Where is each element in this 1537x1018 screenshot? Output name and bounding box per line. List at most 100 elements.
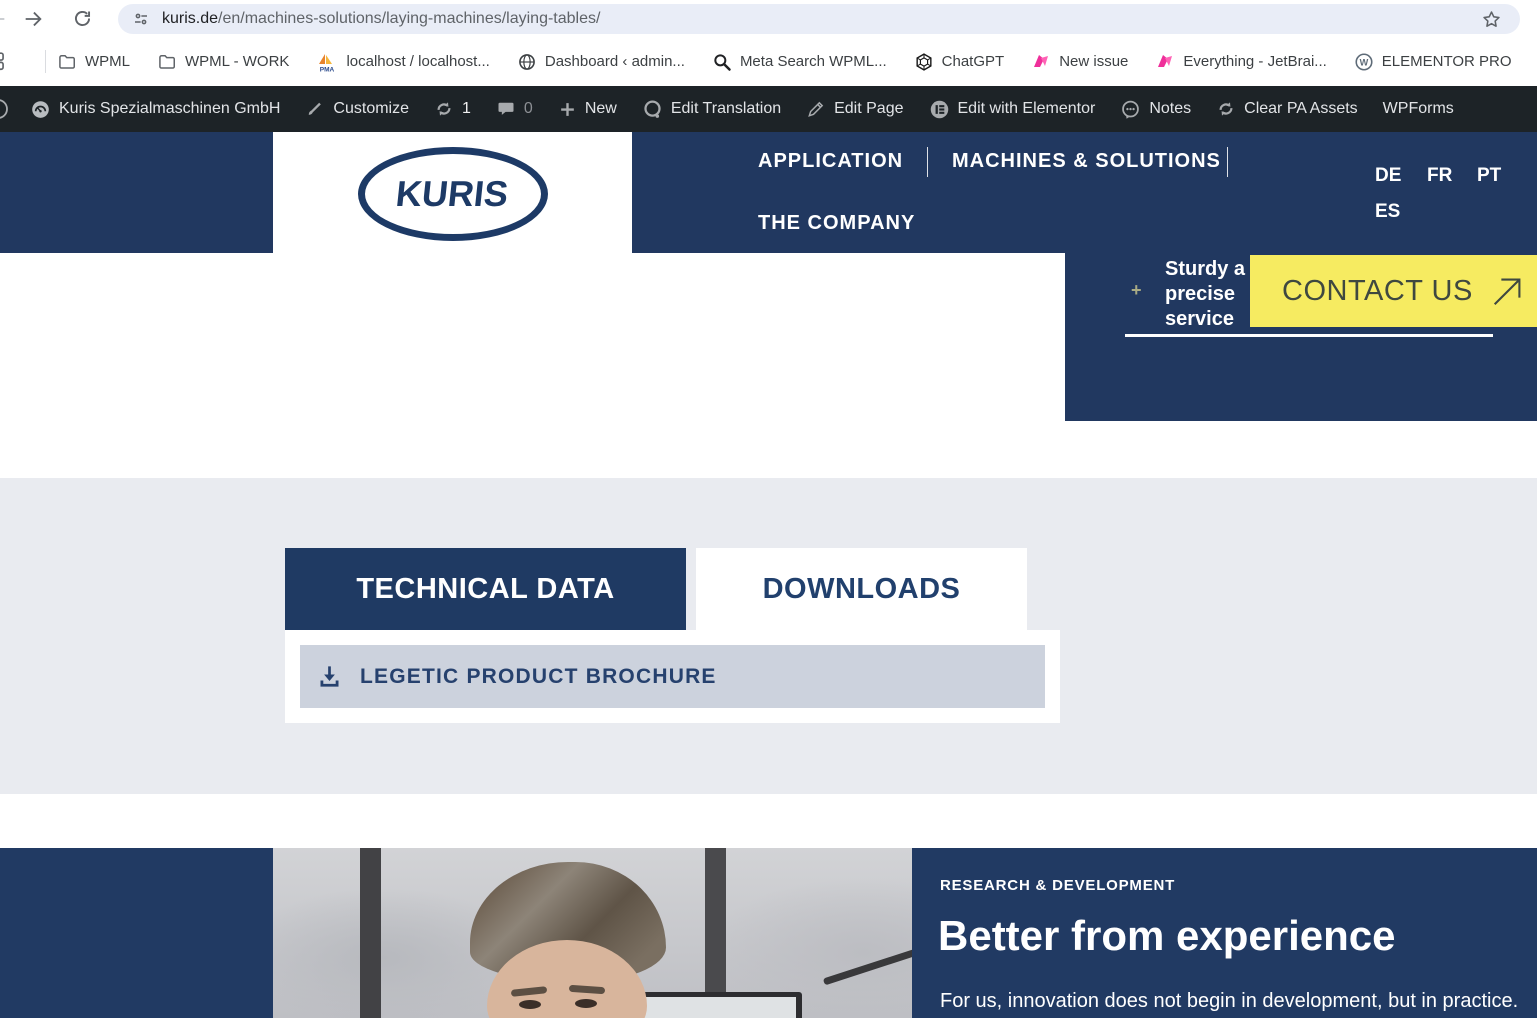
globe-icon [517, 52, 537, 72]
nav-divider [1227, 147, 1228, 177]
photo-shape [623, 997, 796, 1018]
kuris-logo[interactable]: KURIS [273, 132, 632, 255]
forward-icon[interactable] [22, 8, 44, 30]
contact-us-button[interactable]: CONTACT US [1250, 255, 1537, 327]
comment-count: 0 [523, 100, 533, 117]
elementor-icon [929, 99, 950, 120]
refresh-circular-icon [1216, 99, 1236, 119]
rnd-eyebrow: RESEARCH & DEVELOPMENT [940, 877, 1176, 894]
bookmark-label: WPML - WORK [185, 53, 290, 70]
bookmark-dashboard[interactable]: Dashboard ‹ admin... [517, 52, 685, 72]
nav-divider [927, 147, 928, 177]
bookmark-chatgpt[interactable]: ChatGPT [914, 52, 1004, 72]
tabs-section: TECHNICAL DATA DOWNLOADS LEGETIC PRODUCT… [0, 478, 1537, 794]
rnd-section: RESEARCH & DEVELOPMENT Better from exper… [0, 848, 1537, 1018]
folder-icon [57, 52, 77, 72]
bookmark-elementor-pro[interactable]: W ELEMENTOR PRO [1354, 52, 1512, 72]
bookmark-localhost[interactable]: PMA localhost / localhost... [316, 51, 490, 73]
bookmark-label: Meta Search WPML... [739, 53, 887, 70]
admin-edit-page[interactable]: Edit Page [806, 99, 904, 119]
browser-toolbar: kuris.de/en/machines-solutions/laying-ma… [0, 0, 1537, 37]
nav-the-company[interactable]: THE COMPANY [758, 212, 915, 235]
update-icon [434, 99, 454, 119]
admin-edit-with-elementor[interactable]: Edit with Elementor [929, 99, 1095, 120]
bullet-plus: + [1131, 280, 1142, 300]
left-accent-panel [0, 848, 273, 1018]
kuris-logo-ellipse: KURIS [357, 146, 548, 241]
folder-icon [157, 52, 177, 72]
bookmark-label: Everything - JetBrai... [1183, 53, 1327, 70]
url-host: kuris.de [162, 10, 219, 27]
bookmark-label: Dashboard ‹ admin... [544, 53, 685, 70]
browser-window: kuris.de/en/machines-solutions/laying-ma… [0, 0, 1537, 1018]
bookmark-everything-jetbrains[interactable]: Everything - JetBrai... [1155, 52, 1327, 72]
tab-technical-data[interactable]: TECHNICAL DATA [285, 548, 686, 630]
admin-edit-translation[interactable]: Edit Translation [642, 99, 781, 120]
lang-fr[interactable]: FR [1427, 165, 1452, 187]
lang-de[interactable]: DE [1375, 165, 1401, 187]
bookmark-label: New issue [1059, 53, 1129, 70]
svg-text:W: W [1359, 57, 1368, 67]
search-icon [712, 52, 732, 72]
plus-icon [558, 100, 577, 119]
chatgpt-icon [914, 52, 934, 72]
side-panel-icon[interactable] [0, 50, 15, 72]
wp-admin-bar: Kuris Spezialmaschinen GmbH Customize 1 … [0, 86, 1537, 132]
photo-shape [575, 999, 597, 1008]
wordpress-icon: W [1354, 52, 1374, 72]
bookmark-wpml-work[interactable]: WPML - WORK [157, 52, 289, 72]
research-photo [273, 848, 912, 1018]
download-icon [316, 663, 343, 690]
hero-underline [1125, 334, 1493, 337]
contact-us-label: CONTACT US [1282, 274, 1473, 307]
comment-icon [496, 99, 516, 119]
update-count: 1 [462, 100, 471, 117]
reload-icon[interactable] [72, 8, 93, 29]
wordpress-logo-icon[interactable] [0, 97, 10, 121]
kuris-logo-text: KURIS [394, 172, 511, 214]
youtrack-icon [1031, 52, 1051, 72]
rnd-title: Better from experience [938, 912, 1396, 959]
arrow-up-right-icon [1489, 272, 1527, 310]
url-path: /en/machines-solutions/laying-machines/l… [218, 10, 601, 27]
svg-text:PMA: PMA [320, 66, 335, 73]
admin-clear-pa-assets[interactable]: Clear PA Assets [1216, 99, 1358, 119]
pencil-icon [806, 99, 826, 119]
address-bar[interactable]: kuris.de/en/machines-solutions/laying-ma… [118, 4, 1520, 34]
bookmark-label: ELEMENTOR PRO [1381, 53, 1512, 70]
photo-shape [360, 848, 381, 1018]
youtrack-icon [1155, 52, 1175, 72]
bookmark-label: WPML [85, 53, 130, 70]
bookmark-new-issue[interactable]: New issue [1031, 52, 1128, 72]
site-info-icon[interactable] [132, 10, 150, 28]
admin-new[interactable]: New [558, 100, 617, 119]
admin-notes[interactable]: Notes [1120, 99, 1191, 120]
download-item-label: LEGETIC PRODUCT BROCHURE [360, 664, 717, 688]
bookmark-star-icon[interactable] [1481, 9, 1502, 30]
phpmyadmin-icon: PMA [316, 51, 338, 73]
lang-pt[interactable]: PT [1477, 165, 1501, 187]
admin-customize[interactable]: Customize [305, 99, 409, 119]
lang-es[interactable]: ES [1375, 201, 1400, 223]
nav-application[interactable]: APPLICATION [758, 150, 903, 173]
bookmark-label: localhost / localhost... [346, 53, 490, 70]
bookmark-meta-search[interactable]: Meta Search WPML... [712, 52, 887, 72]
download-item-legetic-brochure[interactable]: LEGETIC PRODUCT BROCHURE [300, 645, 1045, 708]
wpml-icon [642, 99, 663, 120]
admin-site-name[interactable]: Kuris Spezialmaschinen GmbH [30, 99, 280, 120]
admin-comments[interactable]: 0 [496, 99, 533, 119]
rnd-text-panel: RESEARCH & DEVELOPMENT Better from exper… [912, 848, 1537, 1018]
url-text: kuris.de/en/machines-solutions/laying-ma… [162, 10, 600, 28]
tab-downloads[interactable]: DOWNLOADS [696, 548, 1027, 630]
brush-icon [305, 99, 325, 119]
bookmarks-bar: WPML WPML - WORK PMA localhost / localho… [0, 37, 1537, 86]
photo-shape [519, 1000, 541, 1009]
nav-machines-solutions[interactable]: MACHINES & SOLUTIONS [952, 150, 1221, 173]
back-icon[interactable] [0, 8, 8, 30]
downloads-panel: LEGETIC PRODUCT BROCHURE [285, 630, 1060, 723]
site-header: KURIS APPLICATION MACHINES & SOLUTIONS T… [0, 132, 1537, 255]
notes-bubble-icon [1120, 99, 1141, 120]
bookmark-wpml[interactable]: WPML [57, 52, 130, 72]
admin-wpforms[interactable]: WPForms [1383, 100, 1454, 118]
admin-updates[interactable]: 1 [434, 99, 471, 119]
